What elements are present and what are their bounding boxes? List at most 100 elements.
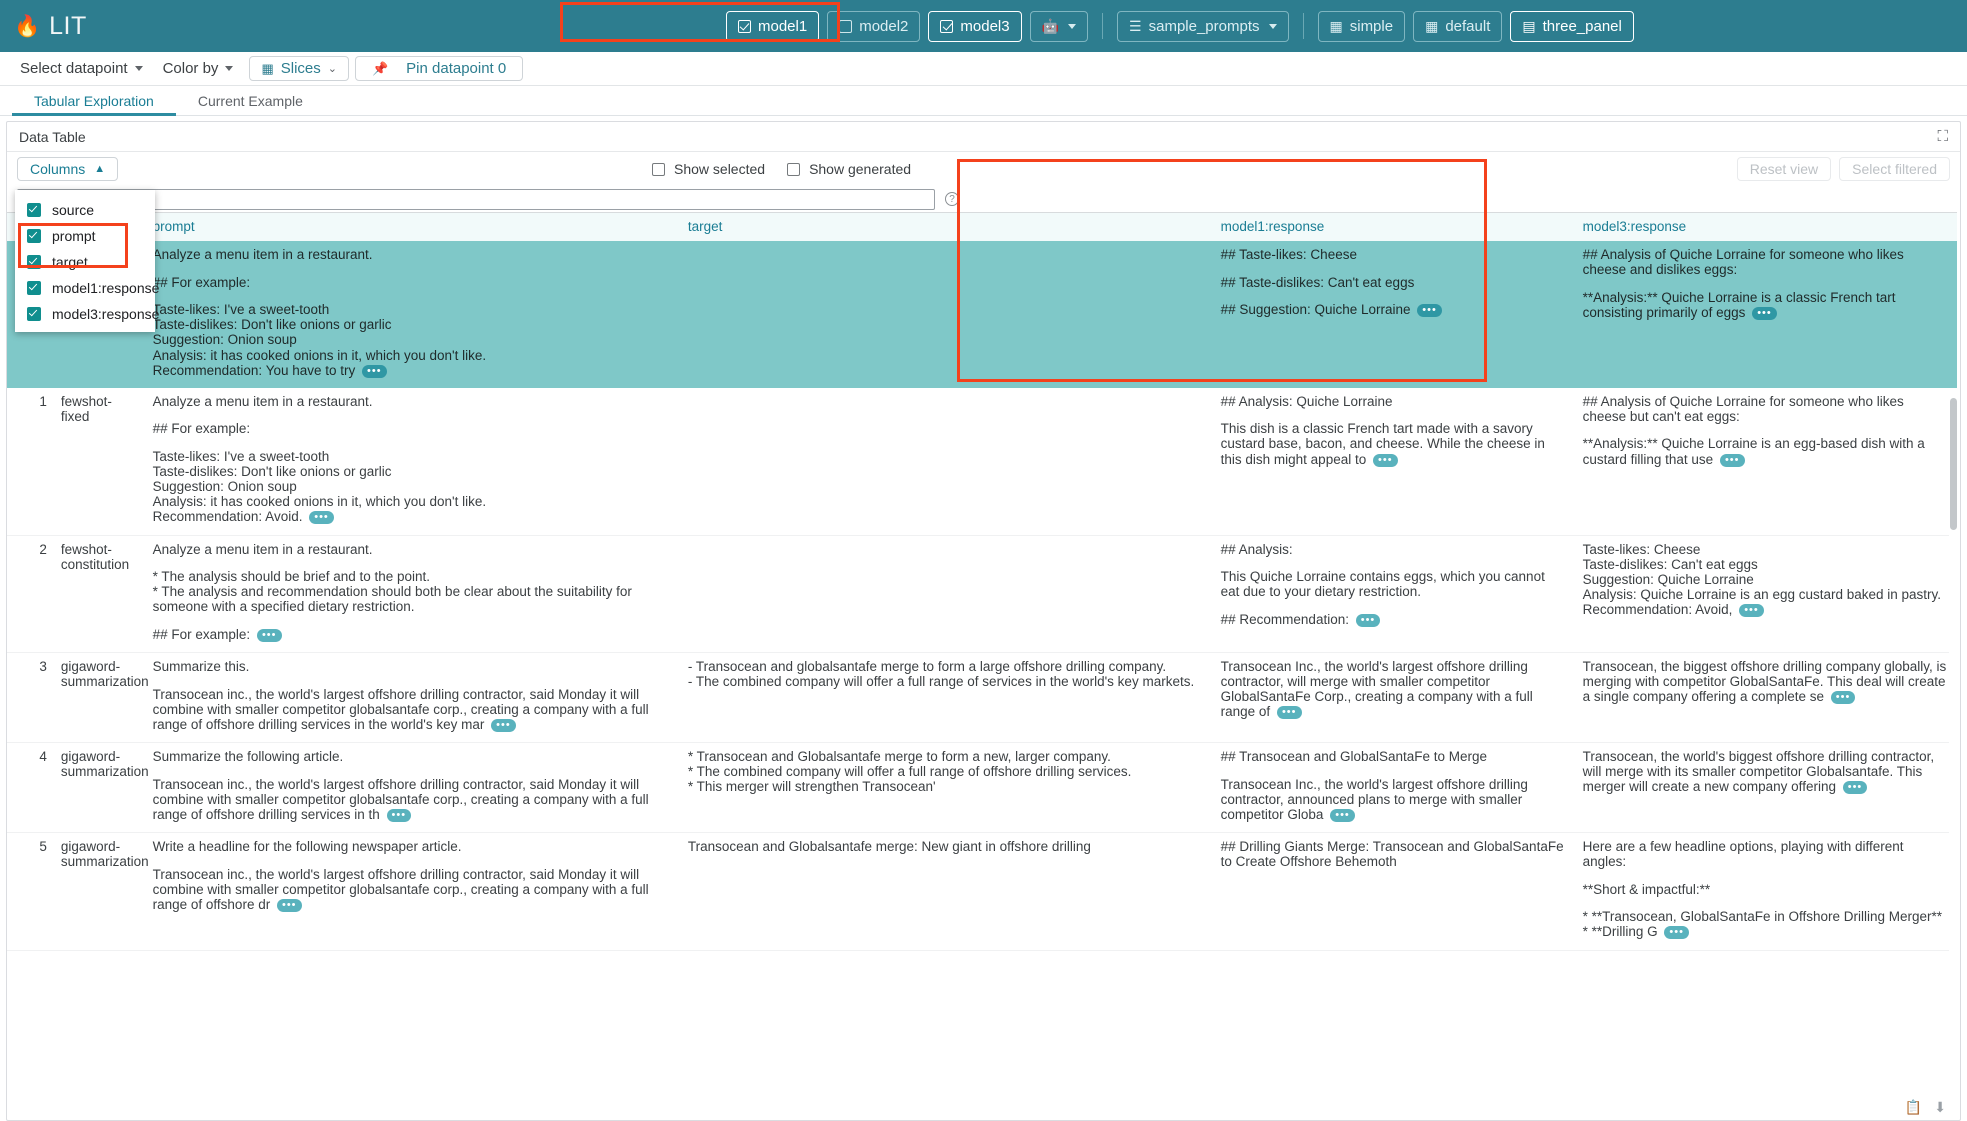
truncation-indicator[interactable]: •••	[1330, 809, 1355, 822]
model-chip-model2[interactable]: model2	[827, 11, 920, 42]
layout-button-default[interactable]: ▦ default	[1413, 11, 1502, 42]
table-row[interactable]: 4gigaword-summarizationSummarize the fol…	[7, 743, 1957, 833]
cell-paragraph: ## For example:	[153, 421, 672, 436]
cell-paragraph: Here are a few headline options, playing…	[1583, 839, 1949, 869]
table-row[interactable]: 2fewshot-constitutionAnalyze a menu item…	[7, 535, 1957, 653]
cell-prompt: Summarize this.Transocean inc., the worl…	[145, 653, 680, 743]
columns-menu-item[interactable]: model3:response	[15, 301, 155, 327]
cell-paragraph: Transocean and Globalsantafe merge: New …	[688, 839, 1205, 854]
model-chip-label: model3	[960, 18, 1009, 35]
cell-paragraph: ## Transocean and GlobalSantaFe to Merge	[1221, 749, 1567, 764]
column-header-model1-response[interactable]: model1:response	[1213, 213, 1575, 242]
columns-menu-item-label: prompt	[52, 228, 96, 244]
table-row[interactable]: 3gigaword-summarizationSummarize this.Tr…	[7, 653, 1957, 743]
cell-target: Transocean and Globalsantafe merge: New …	[680, 832, 1213, 950]
truncation-indicator[interactable]: •••	[1831, 691, 1856, 704]
model-chip-model3[interactable]: model3	[928, 11, 1021, 42]
cell-paragraph: ## For example: •••	[153, 627, 672, 642]
cell-paragraph: ## Drilling Giants Merge: Transocean and…	[1221, 839, 1567, 869]
show-selected-checkbox[interactable]: Show selected	[652, 161, 765, 177]
cell-paragraph: Analyze a menu item in a restaurant.	[153, 247, 672, 262]
dataset-selector[interactable]: ☰ sample_prompts	[1117, 11, 1288, 42]
column-header-target[interactable]: target	[680, 213, 1213, 242]
cell-paragraph: Transocean, the world's biggest offshore…	[1583, 749, 1949, 794]
color-by-dropdown[interactable]: Color by	[153, 56, 244, 82]
layout-button-three-panel[interactable]: ▤ three_panel	[1510, 11, 1633, 42]
model-manager-button[interactable]: 🤖	[1030, 11, 1088, 42]
cell-model3-response: ## Analysis of Quiche Lorraine for someo…	[1575, 388, 1957, 535]
select-filtered-button[interactable]: Select filtered	[1839, 157, 1950, 181]
cell-index: 4	[7, 743, 53, 833]
grid-icon: ▦	[1425, 19, 1438, 33]
truncation-indicator[interactable]: •••	[491, 719, 516, 732]
download-icon[interactable]: ⬇	[1934, 1099, 1946, 1116]
cell-prompt: Analyze a menu item in a restaurant.* Th…	[145, 535, 680, 653]
columns-menu-item-label: model1:response	[52, 280, 159, 296]
list-icon: ☰	[1129, 19, 1142, 33]
layout-button-simple[interactable]: ▦ simple	[1318, 11, 1406, 42]
slices-button[interactable]: ▦ Slices ⌄	[249, 56, 349, 81]
truncation-indicator[interactable]: •••	[362, 365, 387, 378]
cell-paragraph: Analyze a menu item in a restaurant.	[153, 394, 672, 409]
truncation-indicator[interactable]: •••	[387, 809, 412, 822]
vertical-scrollbar[interactable]	[1949, 398, 1958, 1076]
truncation-indicator[interactable]: •••	[1664, 926, 1689, 939]
select-filtered-label: Select filtered	[1852, 161, 1937, 177]
cell-index: 2	[7, 535, 53, 653]
truncation-indicator[interactable]: •••	[1356, 614, 1381, 627]
cell-paragraph: * Transocean and Globalsantafe merge to …	[688, 749, 1205, 794]
dataset-label: sample_prompts	[1149, 18, 1260, 35]
layout-group: ▦ simple ▦ default ▤ three_panel	[1318, 11, 1634, 42]
columns-button[interactable]: Columns ▲	[17, 157, 118, 181]
datapoint-toolbar: Select datapoint Color by ▦ Slices ⌄ 📌 P…	[0, 52, 1967, 86]
table-row[interactable]: 5gigaword-summarizationWrite a headline …	[7, 832, 1957, 950]
truncation-indicator[interactable]: •••	[1739, 604, 1764, 617]
app-title: LIT	[49, 12, 87, 41]
truncation-indicator[interactable]: •••	[277, 899, 302, 912]
table-row[interactable]: 1fewshot-fixedAnalyze a menu item in a r…	[7, 388, 1957, 535]
pin-icon: 📌	[372, 61, 388, 77]
cell-model1-response: ## Analysis:This Quiche Lorraine contain…	[1213, 535, 1575, 653]
model-chip-model1[interactable]: model1	[726, 11, 819, 42]
module-header: Data Table ⛶	[7, 122, 1960, 152]
cell-paragraph: This Quiche Lorraine contains eggs, whic…	[1221, 569, 1567, 599]
checkbox-icon	[940, 20, 953, 33]
truncation-indicator[interactable]: •••	[257, 629, 282, 642]
help-icon[interactable]: ?	[945, 192, 959, 206]
scrollbar-thumb[interactable]	[1950, 398, 1957, 530]
cell-source: gigaword-summarization	[53, 743, 145, 833]
cell-target: * Transocean and Globalsantafe merge to …	[680, 743, 1213, 833]
truncation-indicator[interactable]: •••	[1417, 304, 1442, 317]
tab-current-example[interactable]: Current Example	[176, 86, 325, 115]
cell-content: Transocean and Globalsantafe merge: New …	[688, 839, 1205, 854]
pin-datapoint-button[interactable]: 📌 Pin datapoint 0	[355, 56, 523, 81]
truncation-indicator[interactable]: •••	[1277, 706, 1302, 719]
tab-tabular-exploration[interactable]: Tabular Exploration	[12, 86, 176, 115]
columns-menu-item[interactable]: target	[15, 249, 155, 275]
checkbox-icon	[738, 20, 751, 33]
truncation-indicator[interactable]: •••	[1720, 454, 1745, 467]
expand-icon[interactable]: ⛶	[1937, 128, 1948, 145]
select-datapoint-dropdown[interactable]: Select datapoint	[10, 56, 153, 82]
cell-paragraph: Transocean inc., the world's largest off…	[153, 687, 672, 732]
truncation-indicator[interactable]: •••	[1752, 307, 1777, 320]
table-row[interactable]: Analyze a menu item in a restaurant. ## F…	[7, 241, 1957, 388]
copy-icon[interactable]: 📋	[1905, 1099, 1922, 1116]
columns-menu-item[interactable]: model1:response	[15, 275, 155, 301]
truncation-indicator[interactable]: •••	[309, 511, 334, 524]
reset-view-button[interactable]: Reset view	[1737, 157, 1831, 181]
cell-content: ## Analysis:This Quiche Lorraine contain…	[1221, 542, 1567, 627]
column-header-prompt[interactable]: prompt	[145, 213, 680, 242]
truncation-indicator[interactable]: •••	[1843, 781, 1868, 794]
truncation-indicator[interactable]: •••	[1373, 454, 1398, 467]
columns-dropdown-menu[interactable]: source prompt targetmodel1:responsemodel3:…	[15, 190, 155, 332]
column-header-model3-response[interactable]: model3:response	[1575, 213, 1957, 242]
cell-source: gigaword-summarization	[53, 653, 145, 743]
cell-prompt: Summarize the following article.Transoce…	[145, 743, 680, 833]
cell-paragraph: ## For example:	[153, 275, 672, 290]
cell-prompt: Analyze a menu item in a restaurant. ## F…	[145, 388, 680, 535]
cell-paragraph: ## Suggestion: Quiche Lorraine •••	[1221, 302, 1567, 317]
columns-menu-item[interactable]: source	[15, 197, 155, 223]
show-generated-checkbox[interactable]: Show generated	[787, 161, 911, 177]
columns-menu-item[interactable]: prompt	[15, 223, 155, 249]
